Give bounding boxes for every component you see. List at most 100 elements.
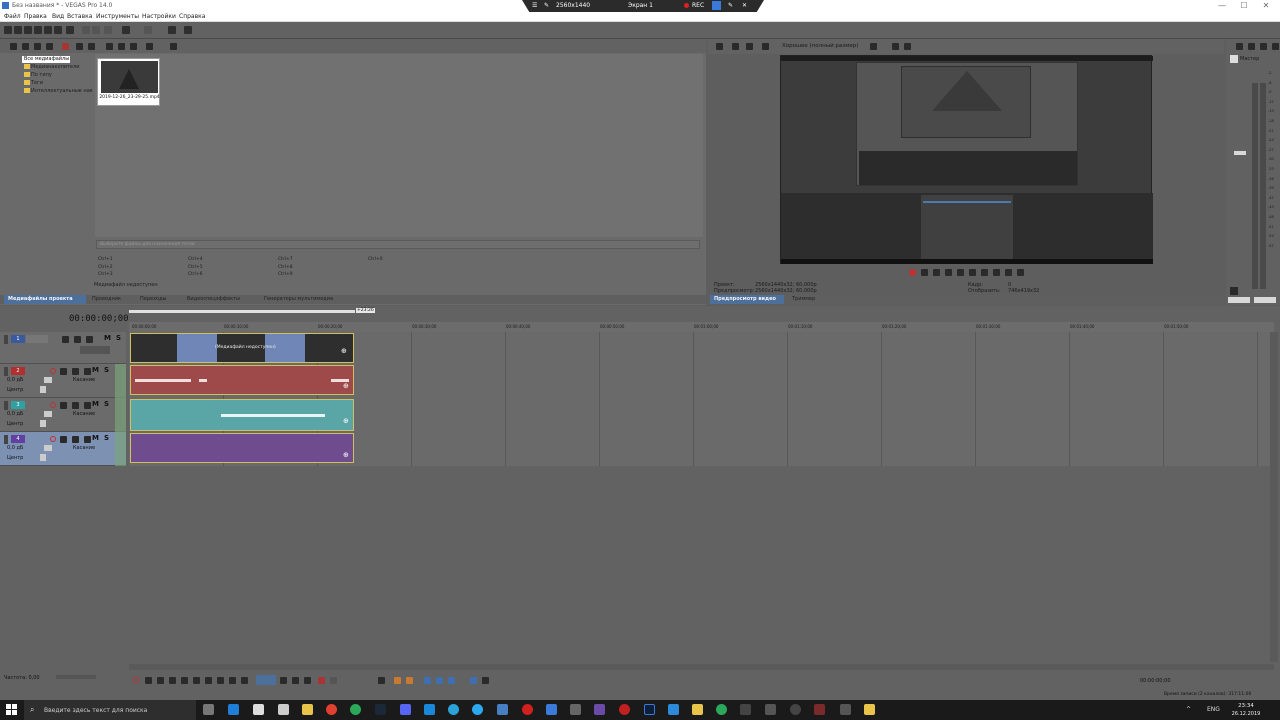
spotify-icon[interactable]	[716, 704, 727, 715]
tree-item-bytype[interactable]: По типу	[31, 72, 52, 78]
app-5-icon[interactable]	[765, 704, 776, 715]
mail-icon[interactable]	[253, 704, 264, 715]
quality-select[interactable]: Хорошее (полный размер)	[782, 43, 858, 49]
calculator-icon[interactable]	[278, 704, 289, 715]
vk-icon[interactable]	[497, 704, 508, 715]
save-as-icon[interactable]	[34, 26, 42, 34]
master-fader-handle[interactable]	[1234, 151, 1246, 155]
tree-item-all[interactable]: Все медиафайлы	[24, 56, 69, 62]
tree-item-bins[interactable]: Медианакопители	[31, 64, 80, 70]
tree-item-tags[interactable]: Теги	[31, 80, 43, 86]
mute-button[interactable]: M	[92, 366, 99, 374]
copy-icon[interactable]	[92, 26, 100, 34]
tab-project-media[interactable]: Медиафайлы проекта	[4, 295, 86, 304]
ignore-grouping-button[interactable]	[470, 677, 477, 684]
master-mute-icon[interactable]	[1260, 43, 1267, 50]
volume-slider[interactable]	[44, 445, 52, 451]
solo-button[interactable]: S	[116, 334, 121, 342]
draw-icon[interactable]: ✎	[728, 2, 733, 9]
track-name-field[interactable]	[26, 335, 48, 343]
track-header-2[interactable]: 2 M S 0,0 дБ Касание Центр	[0, 364, 126, 398]
tray-arrow-icon[interactable]: ^	[1186, 706, 1191, 713]
edge-icon[interactable]	[228, 704, 239, 715]
snap-icon[interactable]	[168, 26, 176, 34]
record-icon[interactable]	[909, 269, 916, 276]
split-icon[interactable]	[746, 43, 753, 50]
audio-clip-4[interactable]: ⊕	[130, 433, 354, 463]
track-grip[interactable]	[4, 367, 8, 376]
tab-transitions[interactable]: Переходы	[136, 295, 171, 304]
rec-label[interactable]: REC	[692, 2, 704, 9]
tab-video-fx[interactable]: Видеоспецэффекты	[183, 295, 244, 304]
track-settings-icon[interactable]	[84, 436, 91, 443]
master-props-icon[interactable]	[1236, 43, 1243, 50]
pin-icon[interactable]: ✎	[544, 2, 549, 9]
region-button[interactable]	[406, 677, 413, 684]
menu-settings[interactable]: Настройки	[142, 13, 176, 20]
tag-input[interactable]: Выберите файлы для назначения тегов	[96, 240, 700, 249]
vertical-scrollbar[interactable]	[1270, 332, 1278, 662]
pause-button[interactable]	[181, 677, 188, 684]
utorrent-icon[interactable]	[350, 704, 361, 715]
clock-date[interactable]: 26.12.2019	[1230, 711, 1262, 717]
app-2-icon[interactable]	[570, 704, 581, 715]
telegram-icon[interactable]	[448, 704, 459, 715]
track-grip[interactable]	[4, 435, 8, 444]
save-snapshot-icon[interactable]	[904, 43, 911, 50]
marker-button[interactable]	[394, 677, 401, 684]
loop-button[interactable]	[145, 677, 152, 684]
media-stop-icon[interactable]	[118, 43, 125, 50]
selection-tool[interactable]	[292, 677, 299, 684]
composite-icon[interactable]	[62, 336, 69, 343]
track-fx-icon[interactable]	[72, 436, 79, 443]
invert-phase-icon[interactable]	[60, 368, 67, 375]
go-start-button[interactable]	[205, 677, 212, 684]
clip-fx-icon[interactable]: ⊕	[343, 452, 350, 459]
mute-button[interactable]: M	[92, 400, 99, 408]
rate-slider[interactable]	[56, 675, 96, 679]
folder-2-icon[interactable]	[692, 704, 703, 715]
capture-icon[interactable]	[22, 43, 29, 50]
maximize-button[interactable]: ☐	[1234, 1, 1254, 11]
browser-icon[interactable]	[546, 704, 557, 715]
media-fx-icon[interactable]	[46, 43, 53, 50]
play-from-start-button[interactable]	[157, 677, 164, 684]
level-slider[interactable]	[80, 346, 110, 354]
help-icon[interactable]	[184, 26, 192, 34]
master-pan-right[interactable]	[1254, 297, 1276, 303]
timeline-ruler[interactable]: 00:00:00;00 00:00:10;00 00:00:20;00 00:0…	[129, 322, 1274, 332]
stop-button[interactable]	[193, 677, 200, 684]
copy-snapshot-icon[interactable]	[892, 43, 899, 50]
settings-icon[interactable]	[66, 26, 74, 34]
clip-fx-icon[interactable]: ⊕	[343, 383, 350, 390]
arm-record-icon[interactable]	[50, 368, 56, 374]
tree-item-smart[interactable]: Интеллектуальные нак	[31, 88, 93, 94]
play-start-icon[interactable]	[933, 269, 940, 276]
audio-clip-2[interactable]: ⊕	[130, 365, 354, 395]
app-9-icon[interactable]	[864, 704, 875, 715]
trim-button[interactable]	[330, 677, 337, 684]
download-icon[interactable]	[522, 704, 533, 715]
solo-button[interactable]: S	[104, 366, 109, 374]
mute-button[interactable]: M	[92, 434, 99, 442]
auto-ripple-button[interactable]	[436, 677, 443, 684]
app-icon[interactable]	[424, 704, 435, 715]
horizontal-scrollbar[interactable]	[129, 664, 1274, 670]
tab-explorer[interactable]: Проводник	[88, 295, 125, 304]
tab-video-preview[interactable]: Предпросмотр видео	[710, 295, 784, 304]
solo-button[interactable]: S	[104, 400, 109, 408]
language-indicator[interactable]: ENG	[1207, 706, 1220, 713]
clock-time[interactable]: 23:34	[1232, 703, 1260, 709]
video-clip[interactable]: (Медиафайл недоступен) ⊕	[130, 333, 354, 363]
invert-phase-icon[interactable]	[60, 402, 67, 409]
go-end-button[interactable]	[217, 677, 224, 684]
render-icon[interactable]	[44, 26, 52, 34]
media-item[interactable]: 2019-12-26_23-29-25.mp4	[97, 58, 160, 106]
import-icon[interactable]	[10, 43, 17, 50]
play-icon[interactable]	[945, 269, 952, 276]
track-header-4[interactable]: 4 M S 0,0 дБ Касание Центр	[0, 432, 126, 466]
solo-button[interactable]: S	[104, 434, 109, 442]
play-button[interactable]	[169, 677, 176, 684]
device-icon[interactable]	[732, 43, 739, 50]
camera-icon[interactable]	[712, 1, 721, 10]
